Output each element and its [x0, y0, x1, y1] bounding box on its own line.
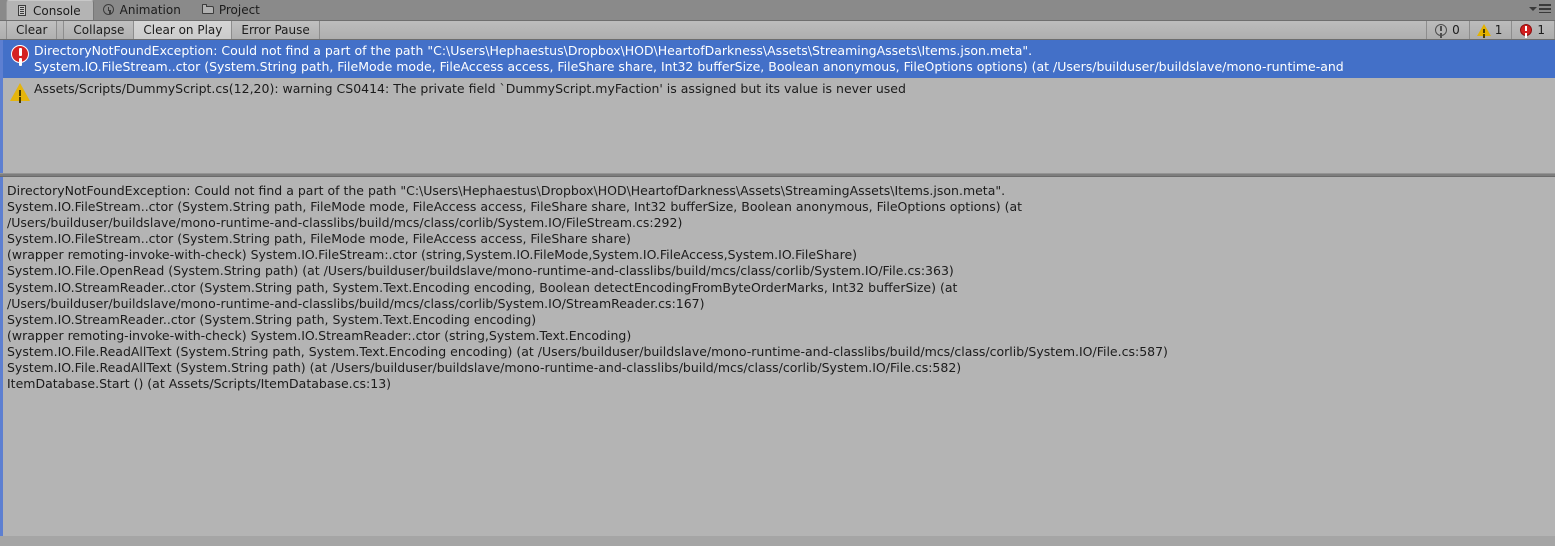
info-icon [1434, 23, 1448, 37]
tab-bar: Console Animation Project [0, 0, 1555, 21]
tab-console[interactable]: Console [6, 0, 94, 20]
log-entry-error-line2: System.IO.FileStream..ctor (System.Strin… [34, 59, 1344, 74]
tab-animation[interactable]: Animation [94, 0, 193, 20]
stack-trace-line: System.IO.FileStream..ctor (System.Strin… [7, 199, 1023, 215]
error-icon [1519, 23, 1533, 37]
warning-icon [10, 82, 30, 102]
error-count-value: 1 [1537, 23, 1545, 37]
tab-animation-label: Animation [119, 3, 181, 17]
stack-trace-pane[interactable]: DirectoryNotFoundException: Could not fi… [0, 177, 1555, 536]
log-entry-warning[interactable]: Assets/Scripts/DummyScript.cs(12,20): wa… [3, 78, 1555, 105]
info-count-value: 0 [1452, 23, 1460, 37]
warning-count[interactable]: 1 [1468, 21, 1512, 39]
warning-icon [1476, 23, 1491, 37]
hamburger-menu-icon [1539, 4, 1551, 13]
clock-icon [102, 4, 115, 16]
chevron-down-icon [1529, 6, 1537, 11]
stack-trace-line: System.IO.FileStream..ctor (System.Strin… [7, 231, 631, 247]
info-count[interactable]: 0 [1426, 21, 1469, 39]
stack-trace-line: ItemDatabase.Start () (at Assets/Scripts… [7, 376, 392, 392]
console-icon [16, 4, 28, 17]
stack-trace-line: (wrapper remoting-invoke-with-check) Sys… [7, 247, 858, 263]
tab-project[interactable]: Project [193, 0, 272, 20]
stack-trace-line: /Users/builduser/buildslave/mono-runtime… [7, 215, 683, 231]
warning-count-value: 1 [1494, 23, 1503, 37]
tab-options-button[interactable] [1529, 4, 1551, 13]
folder-icon [201, 4, 214, 16]
error-icon [10, 44, 30, 64]
clear-on-play-button[interactable]: Clear on Play [134, 21, 233, 39]
stack-trace-line: System.IO.File.ReadAllText (System.Strin… [7, 343, 1168, 359]
stack-trace-line: System.IO.File.OpenRead (System.String p… [7, 263, 954, 279]
collapse-button[interactable]: Collapse [63, 21, 135, 39]
stack-trace-line: /Users/builduser/buildslave/mono-runtime… [7, 295, 705, 311]
tab-project-label: Project [218, 3, 260, 17]
error-count[interactable]: 1 [1511, 21, 1555, 39]
log-entry-error-line1: DirectoryNotFoundException: Could not fi… [34, 43, 1033, 58]
stack-trace-line: DirectoryNotFoundException: Could not fi… [7, 183, 1006, 198]
unity-console-window: Console Animation Project Clear Collapse… [0, 0, 1555, 546]
console-toolbar: Clear Collapse Clear on Play Error Pause… [0, 21, 1555, 40]
stack-trace-line: System.IO.File.ReadAllText (System.Strin… [7, 360, 962, 376]
log-entry-warning-text: Assets/Scripts/DummyScript.cs(12,20): wa… [34, 81, 1551, 97]
log-entry-error[interactable]: DirectoryNotFoundException: Could not fi… [3, 40, 1555, 78]
log-entry-warning-line1: Assets/Scripts/DummyScript.cs(12,20): wa… [34, 81, 906, 96]
toolbar-filler [319, 21, 1427, 39]
tab-console-label: Console [33, 3, 81, 18]
log-list[interactable]: DirectoryNotFoundException: Could not fi… [0, 40, 1555, 173]
clear-button[interactable]: Clear [6, 21, 58, 39]
stack-trace-line: System.IO.StreamReader..ctor (System.Str… [7, 311, 537, 327]
error-pause-button[interactable]: Error Pause [232, 21, 320, 39]
stack-trace-line: System.IO.StreamReader..ctor (System.Str… [7, 279, 958, 295]
stack-trace-line: (wrapper remoting-invoke-with-check) Sys… [7, 327, 632, 343]
log-entry-error-text: DirectoryNotFoundException: Could not fi… [34, 43, 1551, 75]
